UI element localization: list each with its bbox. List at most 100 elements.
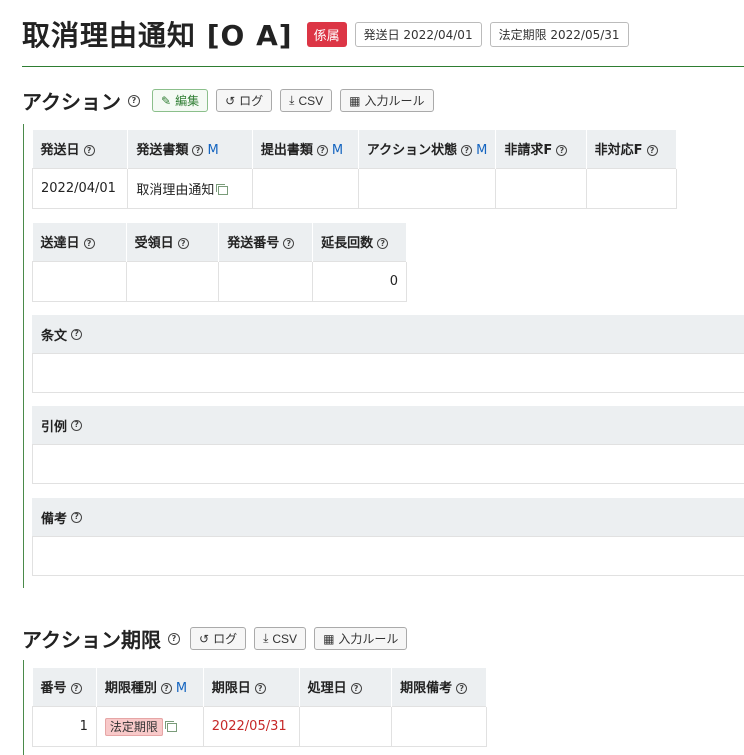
col-action-status: アクション状態? M — [358, 130, 497, 168]
table-row: 2022/04/01 取消理由通知 — [31, 167, 678, 209]
download-icon: ⤓ — [263, 631, 269, 645]
help-icon[interactable]: ? — [461, 145, 473, 157]
help-icon[interactable]: ? — [83, 145, 95, 157]
help-icon[interactable]: ? — [128, 94, 140, 107]
csv-button[interactable]: ⤓ CSV — [280, 89, 333, 112]
page-title: 取消理由通知 [O A] — [22, 19, 293, 52]
m-link[interactable]: M — [332, 143, 343, 158]
download-icon: ⤓ — [289, 93, 295, 107]
citation-field-value — [32, 444, 744, 484]
m-link[interactable]: M — [176, 681, 187, 696]
cell-submit-document — [251, 167, 359, 209]
citation-field: 引例? — [32, 406, 744, 484]
remarks-field-header: 備考? — [32, 498, 744, 536]
help-icon[interactable]: ? — [377, 238, 389, 250]
help-icon[interactable]: ? — [283, 238, 295, 250]
deadline-section-header: アクション期限 ? ↺ ログ ⤓ CSV ▦ 入力ルール — [22, 624, 408, 653]
cell-action-status — [357, 167, 497, 209]
article-field-value — [32, 353, 744, 393]
csv-button-label: CSV — [298, 93, 324, 108]
deadline-input-rule-button-label: 入力ルール — [338, 632, 399, 646]
deadline-kind-badge: 法定期限 — [104, 717, 163, 736]
col-deadline-remarks: 期限備考? — [391, 668, 487, 706]
log-button[interactable]: ↺ ログ — [216, 89, 273, 112]
action-table: 発送日? 発送書類? M 提出書類? M アクション状態? M 非請求F? 非対応F?… — [31, 130, 678, 209]
help-icon[interactable]: ? — [646, 145, 658, 157]
help-icon[interactable]: ? — [192, 145, 204, 157]
help-icon[interactable]: ? — [316, 145, 328, 157]
col-non-response-flag: 非対応F? — [586, 130, 678, 168]
deadline-table: 番号? 期限種別? M 期限日? 処理日? 期限備考? 1 法定期限 2022/0… — [32, 668, 487, 747]
article-field: 条文? — [32, 315, 744, 393]
citation-field-header: 引例? — [32, 406, 744, 444]
deadline-csv-button-label: CSV — [272, 631, 298, 646]
deadline-log-button[interactable]: ↺ ログ — [190, 627, 247, 650]
action-section-header: アクション ? ✎ 編集 ↺ ログ ⤓ CSV ▦ 入力ルール — [22, 86, 434, 115]
col-deadline-kind: 期限種別? M — [96, 668, 204, 706]
cell-extension-count: 0 — [312, 260, 407, 302]
deadline-log-button-label: ログ — [213, 632, 238, 646]
col-deadline-date: 期限日? — [203, 668, 300, 706]
deadline-section-title: アクション期限 — [22, 628, 161, 652]
help-icon[interactable]: ? — [177, 238, 189, 250]
cell-send-number — [218, 260, 314, 302]
cell-send-date: 2022/04/01 — [31, 167, 129, 209]
help-icon[interactable]: ? — [160, 683, 172, 695]
cell-deadline-remarks — [391, 705, 487, 747]
copy-icon[interactable] — [216, 183, 229, 195]
table-row: 1 法定期限 2022/05/31 — [32, 705, 487, 747]
col-non-request-flag: 非請求F? — [495, 130, 587, 168]
header-divider — [22, 66, 744, 67]
page-header: 取消理由通知 [O A] 係属 発送日 2022/04/01 法定期限 2022… — [22, 14, 629, 54]
help-icon[interactable]: ? — [71, 511, 83, 523]
col-delivery-date: 送達日? — [32, 223, 127, 261]
cell-send-document[interactable]: 取消理由通知 — [127, 167, 253, 209]
history-icon: ↺ — [199, 631, 210, 646]
status-badge: 係属 — [306, 21, 347, 47]
help-icon[interactable]: ? — [556, 145, 568, 157]
edit-icon: ✎ — [161, 93, 172, 108]
deadline-badge: 法定期限 2022/05/31 — [489, 21, 629, 47]
history-icon: ↺ — [225, 93, 236, 108]
help-icon[interactable]: ? — [71, 328, 83, 340]
deadline-input-rule-button[interactable]: ▦ 入力ルール — [314, 627, 408, 650]
help-icon[interactable]: ? — [71, 419, 83, 431]
action-section-title: アクション — [22, 90, 121, 114]
cell-processed-date — [298, 705, 393, 747]
send-date-badge: 発送日 2022/04/01 — [354, 21, 482, 47]
table-icon: ▦ — [349, 93, 361, 108]
help-icon[interactable]: ? — [254, 683, 266, 695]
help-icon[interactable]: ? — [70, 683, 82, 695]
col-send-number: 発送番号? — [218, 223, 314, 261]
cell-number: 1 — [32, 705, 97, 747]
delivery-table: 送達日? 受領日? 発送番号? 延長回数? 0 — [32, 223, 407, 302]
deadline-csv-button[interactable]: ⤓ CSV — [254, 627, 307, 650]
help-icon[interactable]: ? — [83, 238, 95, 250]
remarks-field: 備考? — [32, 498, 744, 576]
edit-button[interactable]: ✎ 編集 — [152, 89, 209, 112]
edit-button-label: 編集 — [175, 94, 200, 108]
article-field-header: 条文? — [32, 315, 744, 353]
cell-non-request-flag — [495, 167, 587, 209]
action-section-rule — [23, 124, 24, 588]
cell-deadline-date: 2022/05/31 — [202, 705, 300, 747]
help-icon[interactable]: ? — [350, 683, 362, 695]
col-receipt-date: 受領日? — [126, 223, 220, 261]
col-send-document: 発送書類? M — [127, 130, 253, 168]
col-submit-document: 提出書類? M — [252, 130, 359, 168]
cell-non-response-flag — [585, 167, 678, 209]
col-number: 番号? — [32, 668, 97, 706]
m-link[interactable]: M — [207, 143, 218, 158]
copy-icon[interactable] — [164, 720, 177, 732]
cell-deadline-kind[interactable]: 法定期限 — [95, 705, 204, 747]
cell-delivery-date — [32, 260, 127, 302]
input-rule-button-label: 入力ルール — [364, 94, 425, 108]
input-rule-button[interactable]: ▦ 入力ルール — [340, 89, 434, 112]
help-icon[interactable]: ? — [168, 632, 180, 645]
deadline-section-rule — [23, 660, 24, 755]
cell-receipt-date — [125, 260, 220, 302]
col-processed-date: 処理日? — [299, 668, 393, 706]
help-icon[interactable]: ? — [456, 683, 468, 695]
table-row: 0 — [32, 260, 407, 302]
m-link[interactable]: M — [476, 143, 487, 158]
